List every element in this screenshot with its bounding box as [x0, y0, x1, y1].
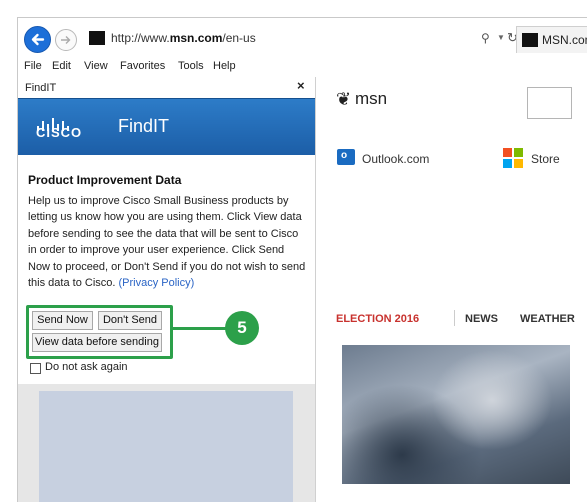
news-photo[interactable]	[342, 345, 570, 484]
cisco-header: CISCO FindIT	[18, 98, 315, 155]
do-not-ask-checkbox[interactable]	[30, 363, 41, 374]
menu-view[interactable]: View	[84, 60, 108, 72]
outlook-link[interactable]: Outlook.com	[362, 152, 429, 166]
body-text: Help us to improve Cisco Small Business …	[28, 195, 306, 290]
panel-content-card	[39, 391, 293, 502]
product-name: FindIT	[118, 116, 170, 136]
back-button[interactable]	[24, 26, 51, 53]
msn-logo[interactable]: msn	[355, 89, 387, 109]
store-link[interactable]: Store	[531, 152, 560, 166]
panel-title: FindIT	[25, 82, 57, 94]
msn-favicon-icon	[89, 31, 105, 45]
tab-title: MSN.com	[542, 33, 587, 47]
dialog-heading: Product Improvement Data	[28, 173, 182, 187]
view-data-button[interactable]: View data before sending	[32, 333, 162, 352]
close-icon[interactable]: ×	[297, 78, 305, 93]
checkbox-label: Do not ask again	[45, 361, 128, 373]
arrow-right-icon	[61, 36, 71, 44]
menu-help[interactable]: Help	[213, 60, 236, 72]
arrow-left-icon	[31, 33, 45, 46]
nav-news[interactable]: NEWS	[465, 313, 498, 325]
privacy-policy-link[interactable]: (Privacy Policy)	[119, 277, 195, 289]
callout-badge: 5	[225, 311, 259, 345]
menu-file[interactable]: File	[24, 60, 42, 72]
cisco-wordmark: CISCO	[36, 125, 83, 140]
url-text: http://www.msn.com/en-us	[111, 31, 256, 45]
nav-election-2016[interactable]: ELECTION 2016	[336, 313, 419, 325]
msn-butterfly-icon: ❦	[336, 89, 352, 109]
menu-tools[interactable]: Tools	[178, 60, 204, 72]
nav-weather[interactable]: WEATHER	[520, 313, 575, 325]
outlook-icon[interactable]: o	[337, 149, 355, 165]
button-group-highlight: Send Now Don't Send View data before sen…	[26, 305, 173, 359]
callout-connector	[170, 327, 228, 330]
msn-favicon-icon	[522, 33, 538, 47]
dialog-body: Help us to improve Cisco Small Business …	[28, 193, 308, 291]
dont-send-button[interactable]: Don't Send	[98, 311, 162, 330]
menu-edit[interactable]: Edit	[52, 60, 71, 72]
chevron-down-icon[interactable]: ▼	[497, 33, 505, 42]
menu-bar: File Edit View Favorites Tools Help	[18, 58, 587, 76]
search-icon[interactable]: ⚲	[481, 31, 490, 45]
browser-tab[interactable]: MSN.com	[516, 26, 587, 53]
windows-store-icon[interactable]	[503, 148, 523, 168]
browser-toolbar: http://www.msn.com/en-us ⚲ ▼ ↻ MSN.com	[18, 18, 587, 60]
send-now-button[interactable]: Send Now	[32, 311, 93, 330]
nav-divider	[454, 310, 455, 326]
msn-search-input[interactable]	[527, 87, 572, 119]
menu-favorites[interactable]: Favorites	[120, 60, 165, 72]
address-bar[interactable]: http://www.msn.com/en-us ⚲ ▼ ↻	[81, 30, 518, 48]
findit-panel: FindIT × CISCO FindIT Product Improvemen…	[18, 77, 316, 502]
forward-button[interactable]	[55, 29, 77, 51]
